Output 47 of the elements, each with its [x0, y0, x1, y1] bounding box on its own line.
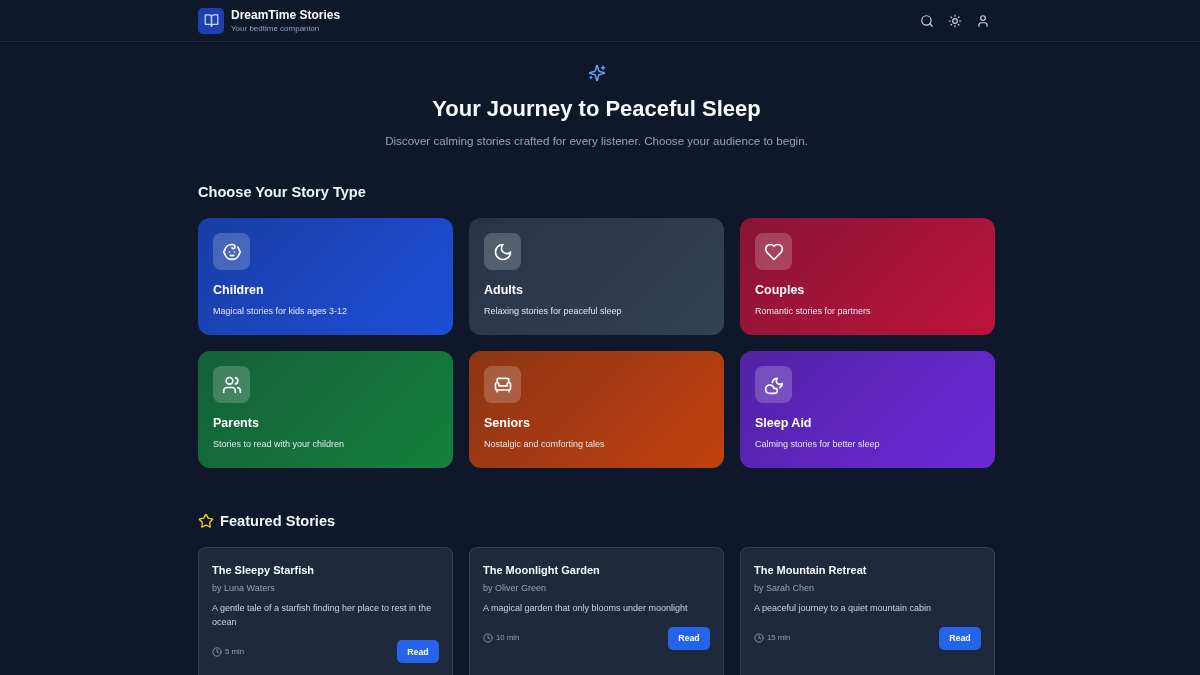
star-icon: [198, 513, 214, 529]
read-button[interactable]: Read: [939, 626, 981, 650]
story-author: by Luna Waters: [212, 582, 276, 595]
story-description: A gentle tale of a starfish finding her place to rest in the ocean: [212, 602, 433, 629]
people-icon: [213, 366, 250, 403]
section-heading: Choose Your Story Type: [198, 183, 366, 202]
story-type-card[interactable]: Couples Romantic stories for partners: [740, 218, 995, 335]
book-icon: [198, 7, 224, 34]
moon-icon: [484, 233, 521, 270]
story-type-title: Seniors: [484, 415, 530, 432]
clock-icon: [483, 633, 493, 643]
story-title: The Mountain Retreat: [754, 563, 868, 578]
story-type-title: Adults: [484, 282, 523, 299]
story-author: by Oliver Green: [483, 582, 548, 595]
story-type-description: Calming stories for better sleep: [755, 438, 880, 451]
cloud-moon-icon: [755, 366, 792, 403]
baby-face-icon: [213, 233, 250, 270]
read-button[interactable]: Read: [668, 626, 710, 650]
story-type-card[interactable]: Parents Stories to read with your children: [198, 351, 453, 468]
story-type-description: Nostalgic and comforting tales: [484, 438, 605, 451]
story-type-card[interactable]: Adults Relaxing stories for peaceful sleep: [469, 218, 724, 335]
story-type-title: Parents: [213, 415, 259, 432]
story-description: A magical garden that only blooms under moonlight: [483, 602, 689, 615]
app-subtitle: Your bedtime companion: [231, 23, 321, 34]
story-description: A peaceful journey to a quiet mountain cabin: [754, 602, 933, 615]
story-type-card[interactable]: Seniors Nostalgic and comforting tales: [469, 351, 724, 468]
story-type-title: Couples: [755, 282, 805, 299]
hero-heading: Your Journey to Peaceful Sleep: [432, 95, 761, 123]
story-type-title: Children: [213, 282, 264, 299]
clock-icon: [212, 646, 222, 657]
clock-icon: [754, 633, 764, 643]
app-title: DreamTime Stories: [231, 7, 341, 23]
story-type-description: Magical stories for kids ages 3-12: [213, 305, 348, 318]
story-title: The Moonlight Garden: [483, 563, 601, 578]
story-type-card[interactable]: Children Magical stories for kids ages 3-12: [198, 218, 453, 335]
armchair-icon: [484, 366, 521, 403]
story-type-description: Stories to read with your children: [213, 438, 345, 451]
hero-subtitle: Discover calming stories crafted for every listener. Choose your audience to begin.: [385, 133, 808, 149]
story-author: by Sarah Chen: [754, 582, 816, 595]
section-heading: Featured Stories: [220, 512, 336, 531]
story-type-title: Sleep Aid: [755, 415, 812, 432]
story-type-description: Romantic stories for partners: [755, 305, 871, 318]
sparkle-icon: [587, 64, 606, 82]
story-type-card[interactable]: Sleep Aid Calming stories for better sleep: [740, 351, 995, 468]
story-type-description: Relaxing stories for peaceful sleep: [484, 305, 622, 318]
story-title: The Sleepy Starfish: [212, 563, 316, 578]
read-button[interactable]: Read: [397, 640, 439, 663]
